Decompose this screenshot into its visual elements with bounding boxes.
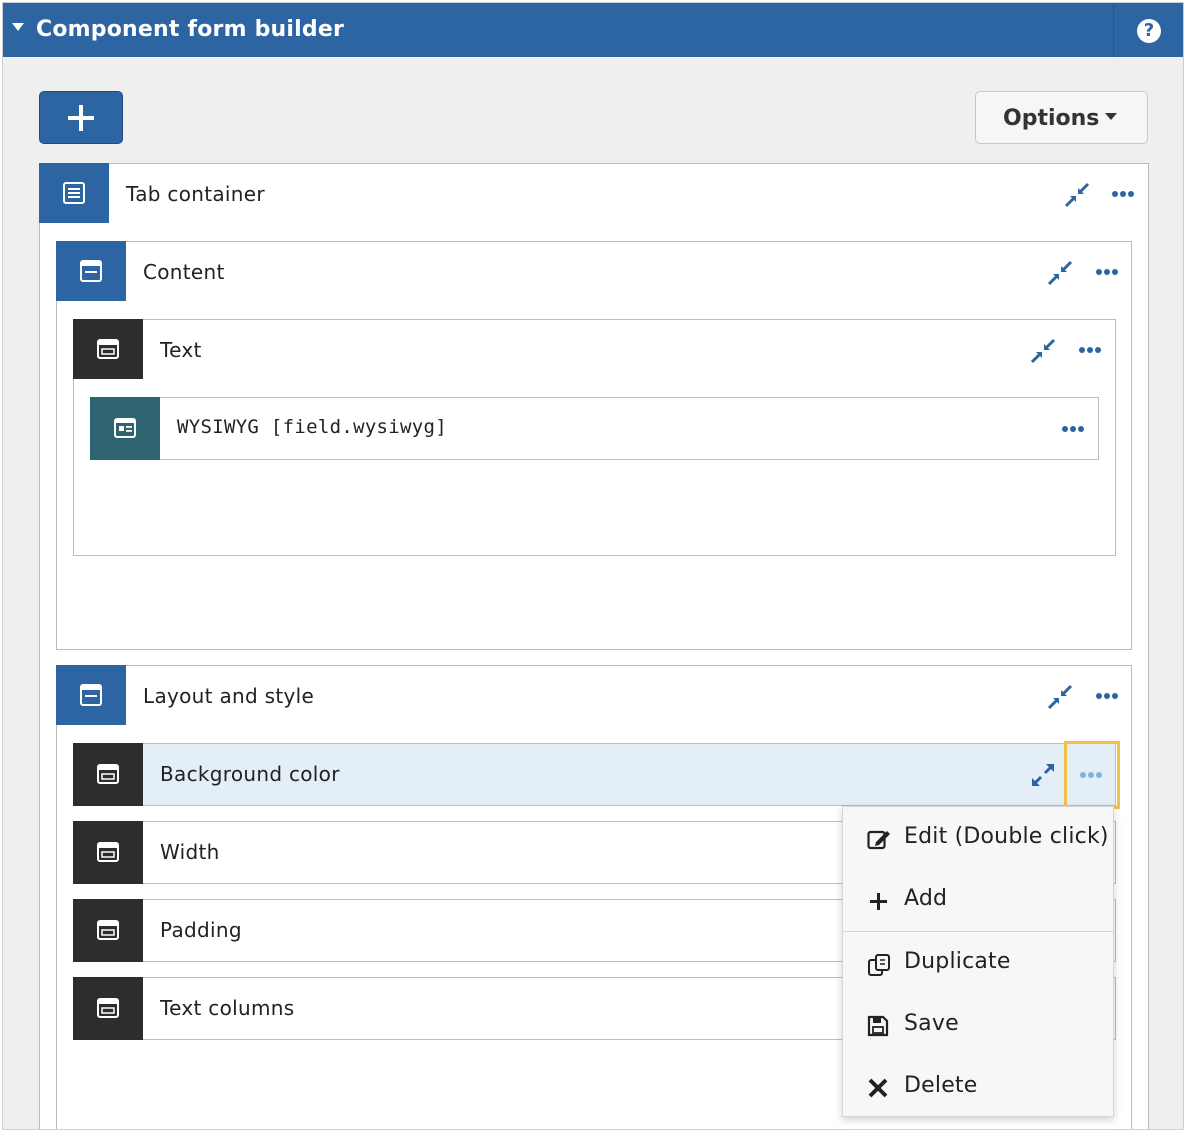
content-label: Content: [143, 260, 225, 284]
layout-style-label: Layout and style: [143, 684, 315, 708]
component-form-builder-panel: Component form builder ? Options Tab con…: [2, 2, 1184, 1130]
text-columns-label: Text columns: [160, 996, 295, 1020]
menu-item-duplicate[interactable]: Duplicate: [843, 932, 1113, 994]
collapse-icon[interactable]: [1047, 260, 1073, 286]
background-color-icon-box: [73, 743, 143, 806]
menu-item-save[interactable]: Save: [843, 994, 1113, 1056]
caret-down-icon: [1105, 112, 1118, 120]
tab-container-label: Tab container: [126, 182, 265, 206]
container-icon: [97, 842, 119, 862]
more-actions-icon[interactable]: [1080, 770, 1104, 780]
menu-item-label: Duplicate: [904, 949, 1011, 974]
container-icon: [97, 339, 119, 359]
header-divider: [1113, 3, 1114, 57]
collapse-caret-icon[interactable]: [12, 23, 24, 31]
wysiwyg-label: WYSIWYG [field.wysiwyg]: [177, 416, 447, 438]
panel-header[interactable]: Component form builder ?: [3, 3, 1183, 57]
menu-item-edit[interactable]: Edit (Double click): [843, 807, 1113, 869]
more-actions-icon[interactable]: [1062, 424, 1086, 434]
container-icon: [97, 764, 119, 784]
menu-item-add[interactable]: Add: [843, 869, 1113, 931]
options-label: Options: [1003, 106, 1100, 131]
more-actions-icon[interactable]: [1079, 345, 1103, 355]
tab-container-icon-box: [39, 163, 109, 223]
close-icon: [868, 1078, 888, 1098]
more-actions-icon[interactable]: [1096, 267, 1120, 277]
context-menu: Edit (Double click) Add Duplicate Save D…: [842, 806, 1114, 1117]
text-field-icon: [114, 418, 136, 438]
text-label: Text: [160, 338, 202, 362]
text-icon-box: [73, 319, 143, 379]
plus-icon: [870, 893, 887, 910]
form-list-icon: [63, 182, 85, 204]
content-icon-box: [56, 241, 126, 301]
padding-icon-box: [73, 899, 143, 962]
container-icon: [97, 998, 119, 1018]
background-color-row[interactable]: Background color: [73, 743, 1116, 806]
menu-item-label: Edit (Double click): [904, 824, 1109, 849]
content-block: Content Text WYSIWYG [field.wysiwyg]: [56, 241, 1132, 650]
panel-title: Component form builder: [36, 17, 344, 42]
container-icon: [97, 920, 119, 940]
edit-icon: [867, 830, 890, 850]
collapse-icon[interactable]: [1047, 684, 1073, 710]
help-icon[interactable]: ?: [1137, 19, 1161, 43]
menu-item-label: Save: [904, 1011, 959, 1036]
save-icon: [867, 1015, 889, 1037]
more-actions-icon[interactable]: [1112, 189, 1136, 199]
menu-item-delete[interactable]: Delete: [843, 1056, 1113, 1118]
layout-style-icon-box: [56, 665, 126, 725]
text-block: Text WYSIWYG [field.wysiwyg]: [73, 319, 1116, 556]
tab-panel-icon: [80, 684, 102, 706]
padding-label: Padding: [160, 918, 242, 942]
wysiwyg-field-row[interactable]: WYSIWYG [field.wysiwyg]: [90, 397, 1099, 460]
menu-item-label: Delete: [904, 1073, 978, 1098]
expand-icon[interactable]: [1030, 762, 1056, 788]
options-dropdown-button[interactable]: Options: [975, 91, 1148, 144]
width-label: Width: [160, 840, 220, 864]
collapse-icon[interactable]: [1030, 338, 1056, 364]
duplicate-icon: [868, 954, 890, 976]
text-columns-icon-box: [73, 977, 143, 1040]
width-icon-box: [73, 821, 143, 884]
wysiwyg-icon-box: [90, 397, 160, 460]
background-color-label: Background color: [160, 762, 340, 786]
add-component-button[interactable]: [39, 91, 123, 144]
menu-item-label: Add: [904, 886, 948, 911]
collapse-icon[interactable]: [1064, 182, 1090, 208]
more-actions-icon[interactable]: [1096, 691, 1120, 701]
tab-panel-icon: [80, 260, 102, 282]
